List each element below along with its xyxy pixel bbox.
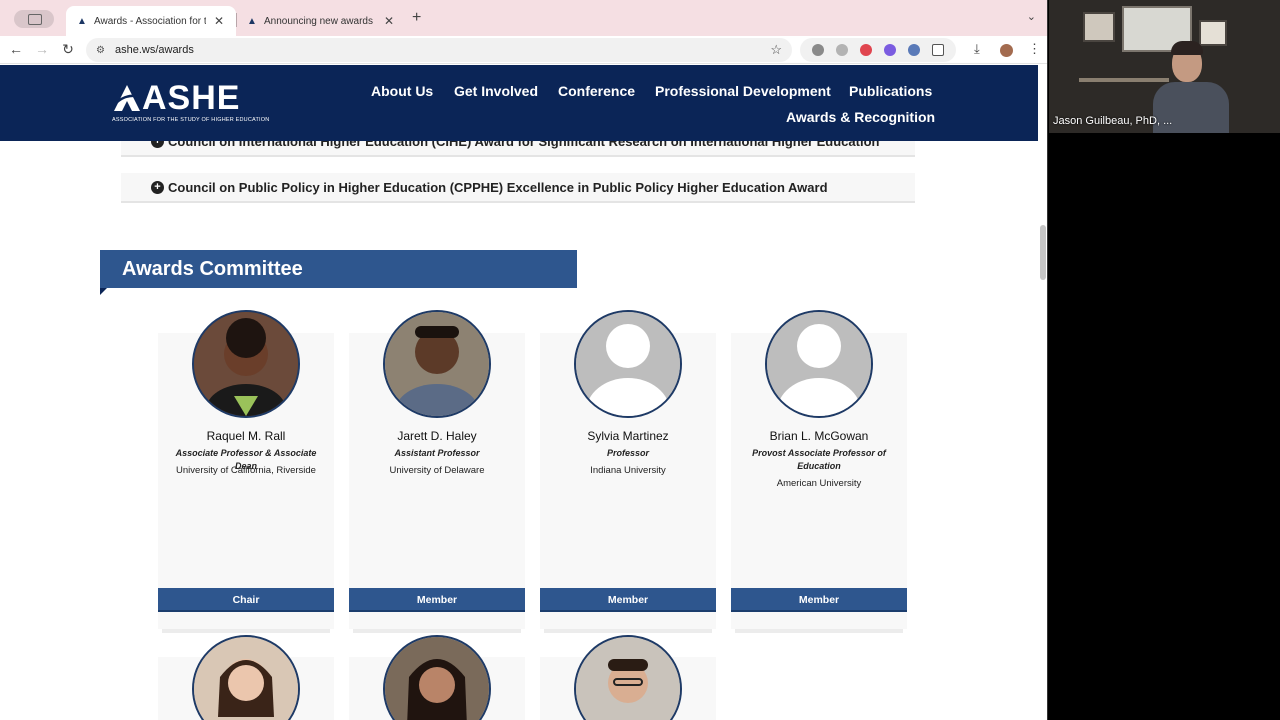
member-photo [383,310,491,418]
download-icon[interactable]: ⤓ [974,41,980,57]
wall-frame [1199,20,1227,46]
reload-icon[interactable]: ↻ [60,41,76,58]
member-institution: Indiana University [590,465,666,476]
ashe-logo-icon [114,85,141,111]
close-icon[interactable]: ✕ [382,14,396,28]
member-title: Assistant Professor [394,448,480,458]
logo-wordmark: ASHE [142,79,241,117]
member-institution: University of California, Riverside [176,465,316,476]
member-photo [765,310,873,418]
ashe-favicon-icon: ▲ [77,15,87,27]
card-shadow [544,629,712,633]
site-header: ASHE ASSOCIATION FOR THE STUDY OF HIGHER… [0,65,1038,141]
chevron-down-icon[interactable]: ⌄ [1027,10,1036,23]
video-tile: Jason Guilbeau, PhD, ... [1049,0,1280,133]
shelf [1079,78,1169,82]
extension-icon[interactable] [836,44,848,56]
member-photo [383,635,491,720]
site-info-icon[interactable]: ⚙ [96,45,105,56]
screen: ▲ Awards - Association for the ✕ ▲ Annou… [0,0,1280,720]
member-photo [574,635,682,720]
new-tab-icon[interactable]: + [412,9,421,27]
nav-awards-recognition[interactable]: Awards & Recognition [786,109,935,125]
tab-awards[interactable]: ▲ Awards - Association for the ✕ [66,6,236,36]
puzzle-icon[interactable] [932,44,944,56]
member-name: Sylvia Martinez [587,429,669,443]
card-shadow [353,629,521,633]
extensions-bar [800,38,956,62]
member-name: Raquel M. Rall [206,429,286,443]
default-avatar-icon [576,312,680,416]
person-photo-icon [576,637,680,720]
participant-hair [1171,41,1203,55]
member-photo [192,635,300,720]
tab-title: Announcing new awards and [264,15,376,27]
ashe-logo[interactable]: ASHE ASSOCIATION FOR THE STUDY OF HIGHER… [110,79,269,127]
role-button[interactable]: Member [731,588,907,612]
default-avatar-icon [767,312,871,416]
card-shadow [162,629,330,633]
close-icon[interactable]: ✕ [212,14,226,28]
nav-conference[interactable]: Conference [558,83,635,99]
accordion-title: Council on Public Policy in Higher Educa… [168,179,828,195]
nav-get-involved[interactable]: Get Involved [454,83,538,99]
extension-icon[interactable] [860,44,872,56]
nav-publications[interactable]: Publications [849,83,932,99]
forward-arrow-icon[interactable]: → [34,41,50,57]
page-scrollbar[interactable] [1040,225,1046,280]
bookmark-star-icon[interactable]: ☆ [770,42,782,58]
extension-icon[interactable] [908,44,920,56]
member-photo [574,310,682,418]
tab-title: Awards - Association for the [94,15,206,27]
member-title: Professor [606,448,650,458]
tab-announcing[interactable]: ▲ Announcing new awards and ✕ [236,6,406,36]
section-heading: Awards Committee [100,250,577,288]
nav-about-us[interactable]: About Us [371,83,433,99]
video-panel-background [1049,133,1280,720]
member-title: Provost Associate Professor of Education [752,448,886,471]
role-button[interactable]: Member [540,588,716,612]
logo-subtitle: ASSOCIATION FOR THE STUDY OF HIGHER EDUC… [112,117,270,123]
member-name: Jarett D. Haley [397,429,477,443]
back-arrow-icon[interactable]: ← [8,41,24,57]
member-card [540,635,716,720]
accordion-cpphe[interactable]: + Council on Public Policy in Higher Edu… [121,173,915,203]
address-bar[interactable]: ⚙ ashe.ws/awards ☆ [86,38,792,62]
plus-circle-icon: + [151,181,164,194]
browser-toolbar: ← → ↻ ⚙ ashe.ws/awards ☆ ⤓ ⋮ [0,36,1047,64]
participant-name: Jason Guilbeau, PhD, ... [1053,115,1173,127]
member-card: Jarett D. Haley Assistant Professor Univ… [349,310,525,633]
extension-icon[interactable] [884,44,896,56]
tab-strip: ▲ Awards - Association for the ✕ ▲ Annou… [0,0,1047,36]
extension-icon[interactable] [812,44,824,56]
ashe-favicon-icon: ▲ [247,15,257,27]
member-card: Raquel M. Rall Associate Professor & Ass… [158,310,334,633]
card-shadow [735,629,903,633]
member-card [349,635,525,720]
web-page: ASHE ASSOCIATION FOR THE STUDY OF HIGHER… [0,65,1047,720]
member-photo [192,310,300,418]
url-text: ashe.ws/awards [114,44,194,56]
member-card [158,635,334,720]
tab-search-icon[interactable] [14,10,54,28]
person-photo-icon [194,637,298,720]
role-button[interactable]: Chair [158,588,334,612]
wall-frame [1083,12,1115,42]
heading-flag-decoration [100,288,107,295]
person-photo-icon [194,312,298,416]
member-institution: American University [776,478,862,489]
nav-professional-development[interactable]: Professional Development [655,83,831,99]
menu-dots-icon[interactable]: ⋮ [1028,41,1041,57]
member-card: Brian L. McGowan Provost Associate Profe… [731,310,907,633]
person-photo-icon [385,312,489,416]
role-button[interactable]: Member [349,588,525,612]
person-photo-icon [385,637,489,720]
member-institution: University of Delaware [389,465,485,476]
profile-avatar-icon[interactable] [1000,44,1013,57]
member-card: Sylvia Martinez Professor Indiana Univer… [540,310,716,633]
member-name: Brian L. McGowan [769,429,869,443]
browser-window: ▲ Awards - Association for the ✕ ▲ Annou… [0,0,1048,720]
